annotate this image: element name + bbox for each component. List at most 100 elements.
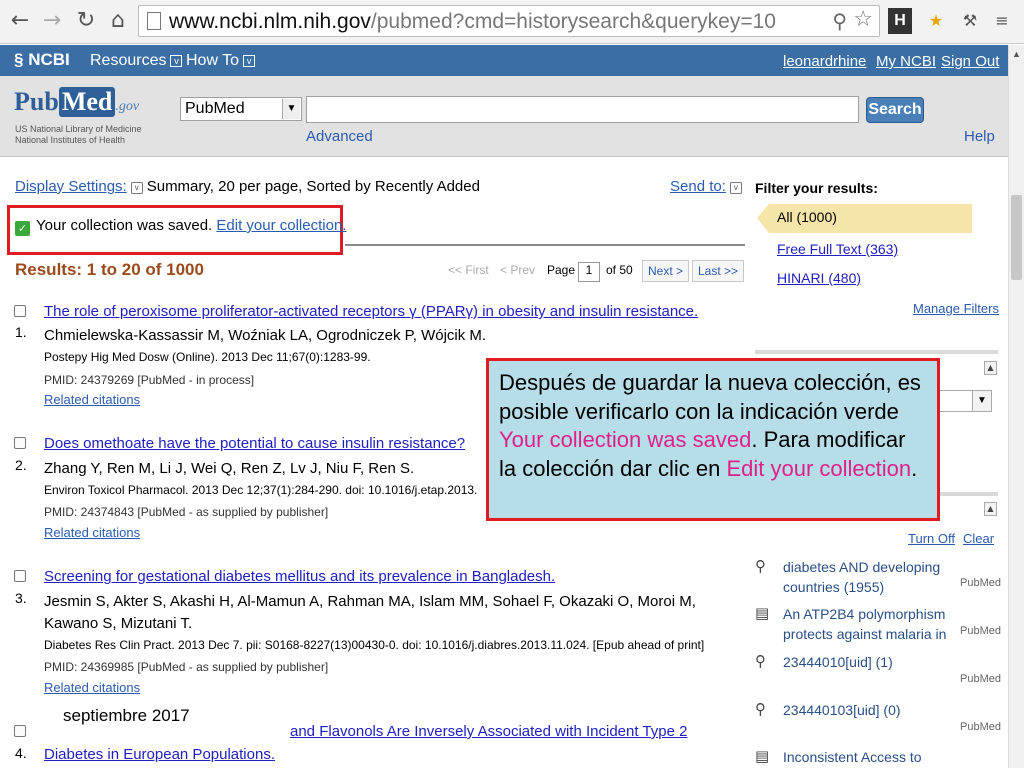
page-label: Page [547, 263, 576, 277]
back-icon[interactable]: ← [6, 6, 34, 36]
chevron-down-icon: v [243, 55, 256, 67]
result-checkbox[interactable] [14, 725, 26, 737]
extension-h-icon[interactable]: H [888, 8, 912, 34]
collection-saved-message: ✓ Your collection was saved. Edit your co… [15, 217, 346, 236]
url-text: www.ncbi.nlm.nih.gov/pubmed?cmd=historys… [169, 10, 776, 33]
send-to-link[interactable]: Send to: v [670, 178, 746, 195]
result-title-link-continued[interactable]: Diabetes in European Populations. [44, 746, 275, 763]
callout-highlight-saved: Your collection was saved [499, 427, 752, 452]
prev-page-link[interactable]: < Prev [500, 263, 535, 277]
result-title-link[interactable]: Screening for gestational diabetes melli… [44, 568, 555, 585]
filter-hinari[interactable]: HINARI (480) [777, 270, 861, 286]
last-page-button[interactable]: Last >> [692, 260, 745, 282]
result-authors: Chmielewska-Kassassir M, Woźniak LA, Ogr… [44, 327, 487, 344]
chevron-down-icon: ▼ [282, 99, 300, 119]
document-icon: ▤ [755, 747, 770, 765]
username-link[interactable]: leonardrhine [783, 53, 866, 70]
result-checkbox[interactable] [14, 305, 26, 317]
database-select[interactable]: PubMed ▼ [180, 97, 302, 121]
page-count: of 50 [606, 263, 633, 277]
sign-out-link[interactable]: Sign Out [941, 53, 999, 70]
result-citation: Environ Toxicol Pharmacol. 2013 Dec 12;3… [44, 483, 478, 497]
result-pmid: PMID: 24379269 [PubMed - in process] [44, 373, 255, 387]
result-authors: Jesmin S, Akter S, Akashi H, Al-Mamun A,… [44, 593, 696, 610]
result-title-link[interactable]: Does omethoate have the potential to cau… [44, 435, 465, 452]
my-ncbi-link[interactable]: My NCBI [876, 53, 936, 70]
slide-date: septiembre 2017 [61, 706, 192, 726]
next-page-button[interactable]: Next > [642, 260, 690, 282]
related-citations-link[interactable]: Related citations [44, 392, 140, 407]
divider [345, 244, 745, 246]
result-checkbox[interactable] [14, 570, 26, 582]
result-number: 2. [15, 457, 27, 473]
menu-icon[interactable]: ≡ [990, 8, 1014, 34]
edit-collection-link[interactable]: Edit your collection. [216, 217, 346, 234]
history-turn-off-link[interactable]: Turn Off [908, 531, 955, 546]
search-icon: ⚲ [755, 652, 766, 670]
ncbi-header-bar: § NCBI Resources v How To v leonardrhine M… [0, 45, 1008, 76]
manage-filters-link[interactable]: Manage Filters [913, 301, 999, 316]
result-checkbox[interactable] [14, 437, 26, 449]
page-icon [147, 12, 161, 30]
bookmark-star-icon[interactable]: ☆ [853, 7, 873, 32]
page-number-input[interactable]: 1 [578, 262, 600, 282]
result-authors: Zhang Y, Ren M, Li J, Wei Q, Ren Z, Lv J… [44, 460, 415, 477]
resources-menu[interactable]: Resources v [90, 52, 183, 70]
search-button[interactable]: Search [866, 97, 924, 123]
page-scrollbar[interactable]: ▲ [1008, 45, 1024, 768]
filter-all[interactable]: All (1000) [757, 204, 972, 233]
home-icon[interactable]: ⌂ [104, 6, 132, 36]
extension-tool-icon[interactable]: ⚒ [958, 8, 982, 34]
scrollbar-thumb[interactable] [1011, 195, 1022, 280]
result-number: 4. [15, 745, 27, 761]
instruction-callout: Después de guardar la nueva colección, e… [486, 358, 940, 521]
result-number: 1. [15, 324, 27, 340]
filter-title: Filter your results: [755, 180, 878, 196]
result-authors-continued: Kawano S, Mizutani T. [44, 615, 193, 632]
history-clear-link[interactable]: Clear [963, 531, 994, 546]
chevron-down-icon: v [170, 55, 183, 67]
scroll-up-icon[interactable]: ▲ [1012, 49, 1021, 59]
result-citation: Diabetes Res Clin Pract. 2013 Dec 7. pii… [44, 638, 705, 652]
reload-icon[interactable]: ↻ [72, 6, 100, 36]
address-bar[interactable]: www.ncbi.nlm.nih.gov/pubmed?cmd=historys… [138, 5, 880, 37]
how-to-menu[interactable]: How To v [186, 52, 256, 70]
pubmed-logo[interactable]: Pub Med .gov [14, 87, 139, 117]
help-link[interactable]: Help [964, 128, 995, 145]
results-count: Results: 1 to 20 of 1000 [15, 260, 204, 279]
related-citations-link[interactable]: Related citations [44, 680, 140, 695]
related-citations-link[interactable]: Related citations [44, 525, 140, 540]
display-summary: Summary, 20 per page, Sorted by Recently… [146, 178, 480, 195]
zoom-icon[interactable]: ⚲ [832, 9, 847, 33]
result-number: 3. [15, 590, 27, 606]
check-icon: ✓ [15, 221, 30, 236]
result-title-link[interactable]: and Flavonols Are Inversely Associated w… [290, 723, 687, 740]
search-icon: ⚲ [755, 700, 766, 718]
first-page-link[interactable]: << First [448, 263, 489, 277]
extension-badge-icon[interactable]: ★ [924, 8, 948, 34]
nlm-subtitle: US National Library of Medicine [15, 124, 142, 134]
result-citation: Postepy Hig Med Dosw (Online). 2013 Dec … [44, 350, 371, 364]
result-pmid: PMID: 24369985 [PubMed - as supplied by … [44, 660, 329, 674]
browser-toolbar: ← → ↻ ⌂ www.ncbi.nlm.nih.gov/pubmed?cmd=… [0, 0, 1024, 44]
search-input[interactable] [306, 96, 859, 123]
filter-free-full-text[interactable]: Free Full Text (363) [777, 241, 898, 257]
search-icon: ⚲ [755, 557, 766, 575]
forward-icon[interactable]: → [38, 6, 66, 36]
sidebar-divider [755, 350, 998, 354]
display-settings-link[interactable]: Display Settings: [15, 178, 127, 195]
ncbi-logo[interactable]: § NCBI [14, 50, 70, 70]
chevron-down-icon: v [729, 182, 742, 194]
display-settings: Display Settings: v Summary, 20 per page, … [15, 178, 480, 195]
document-icon: ▤ [755, 604, 770, 622]
ncbi-helix-icon: § [14, 50, 24, 69]
chevron-down-icon[interactable]: ▼ [972, 390, 992, 412]
result-pmid: PMID: 24374843 [PubMed - as supplied by … [44, 505, 329, 519]
chevron-down-icon[interactable]: v [130, 182, 143, 194]
collapse-arrow-icon[interactable]: ▲ [984, 361, 997, 375]
collapse-arrow-icon[interactable]: ▲ [984, 502, 997, 516]
nih-subtitle: National Institutes of Health [15, 135, 126, 145]
result-title-link[interactable]: The role of peroxisome proliferator-acti… [44, 303, 698, 320]
sidebar-select[interactable] [935, 390, 973, 412]
advanced-search-link[interactable]: Advanced [306, 128, 373, 145]
